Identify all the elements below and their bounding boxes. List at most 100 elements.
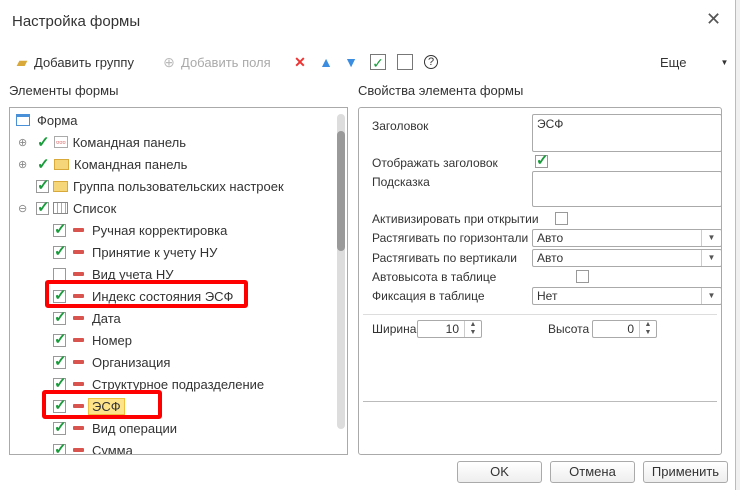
checkbox[interactable] (53, 330, 67, 348)
field-icon (73, 338, 84, 342)
checkbox[interactable] (53, 242, 67, 260)
stretch-h-label: Растягивать по горизонтали (372, 231, 529, 245)
check-all-icon: ✓ (370, 54, 386, 71)
add-group-button[interactable]: ▰ Добавить группу (14, 53, 134, 71)
arrow-down-icon: ▼ (344, 54, 358, 70)
checkbox[interactable] (36, 198, 50, 216)
checkbox[interactable] (53, 308, 67, 326)
checkbox[interactable] (53, 418, 67, 436)
divider (363, 314, 717, 315)
stretch-h-select[interactable]: Авто ▼ (532, 229, 722, 247)
show-title-checkbox[interactable] (535, 151, 549, 169)
tree-item[interactable]: Номер (10, 329, 132, 351)
arrow-up-icon: ▲ (319, 54, 333, 70)
more-label: Еще (660, 54, 687, 70)
table-icon (53, 202, 68, 214)
uncheck-all-button[interactable] (397, 53, 413, 71)
chevron-down-icon[interactable]: ▼ (701, 288, 721, 304)
item-label: Сумма (92, 442, 133, 455)
checkbox[interactable] (53, 267, 66, 281)
height-value: 0 (627, 322, 634, 336)
title-field[interactable]: ЭСФ (532, 114, 722, 152)
item-label: Командная панель (74, 156, 188, 172)
spin-icon[interactable]: ▲ ▼ (464, 321, 481, 337)
tree-item[interactable]: ⊕ ✓ ▫▫▫ Командная панель (10, 131, 186, 153)
activate-checkbox[interactable] (555, 212, 569, 225)
chevron-down-icon[interactable]: ▼ (701, 250, 721, 266)
folder-add-icon: ▰ (16, 54, 28, 70)
field-icon (73, 448, 84, 452)
tree-item[interactable]: Группа пользовательских настроек (10, 175, 284, 197)
add-group-label: Добавить группу (34, 54, 134, 70)
width-value: 10 (445, 322, 459, 336)
item-label: Группа пользовательских настроек (73, 178, 284, 194)
tree-item[interactable]: Сумма (10, 439, 133, 455)
field-icon (73, 250, 84, 254)
move-down-button[interactable]: ▼ (343, 53, 359, 71)
scrollbar-thumb[interactable] (337, 131, 345, 251)
form-settings-dialog: Настройка формы ✕ ▰ Добавить группу ⊕ Доба… (0, 0, 736, 490)
item-label: Форма (37, 112, 78, 128)
delete-button[interactable]: ✕ (292, 53, 308, 71)
expand-icon[interactable]: ⊕ (18, 158, 27, 171)
cancel-button[interactable]: Отмена (550, 461, 635, 483)
check-icon[interactable]: ✓ (37, 155, 51, 173)
help-icon: ? (424, 55, 438, 69)
checkbox[interactable] (53, 440, 67, 454)
checkbox[interactable] (53, 352, 67, 370)
expand-icon[interactable]: ⊕ (18, 136, 27, 149)
checkbox[interactable] (53, 374, 67, 392)
folder-icon (54, 158, 69, 170)
folder-icon (53, 180, 68, 192)
tree-item[interactable]: Организация (10, 351, 170, 373)
dialog-title: Настройка формы (12, 13, 141, 30)
collapse-icon[interactable]: ⊖ (18, 202, 27, 215)
item-label: Номер (92, 332, 133, 348)
fix-label: Фиксация в таблице (372, 289, 485, 303)
check-icon[interactable]: ✓ (37, 133, 51, 151)
item-label: Список (73, 200, 117, 216)
hint-field[interactable] (532, 171, 722, 207)
chevron-down-icon[interactable]: ▼ (701, 230, 721, 246)
hint-label: Подсказка (372, 175, 430, 189)
check-all-button[interactable]: ✓ (370, 53, 386, 71)
field-icon (73, 426, 84, 430)
field-icon (73, 228, 84, 232)
more-button[interactable]: Еще ▼ (660, 53, 728, 71)
tree-item[interactable]: Дата (10, 307, 121, 329)
add-fields-button[interactable]: ⊕ Добавить поля (161, 53, 271, 71)
fix-select[interactable]: Нет ▼ (532, 287, 722, 305)
autoheight-checkbox[interactable] (575, 270, 589, 283)
field-icon (73, 316, 84, 320)
stretch-v-select[interactable]: Авто ▼ (532, 249, 722, 267)
tree-item-form[interactable]: Форма (16, 109, 78, 131)
command-bar-icon: ▫▫▫ (54, 136, 68, 148)
ok-button[interactable]: OK (457, 461, 542, 483)
width-spinner[interactable]: 10 ▲ ▼ (417, 320, 482, 338)
field-icon (73, 272, 84, 276)
tree-item[interactable]: Вид операции (10, 417, 177, 439)
field-icon (73, 382, 84, 386)
item-label: Организация (92, 354, 171, 370)
tree-item[interactable]: Принятие к учету НУ (10, 241, 217, 263)
form-icon (16, 114, 30, 126)
checkbox[interactable] (53, 220, 67, 238)
uncheck-all-icon (397, 54, 413, 70)
tree-item[interactable]: Ручная корректировка (10, 219, 227, 241)
close-icon[interactable]: ✕ (706, 9, 721, 30)
autoheight-label: Автовысота в таблице (372, 270, 497, 284)
width-label: Ширина (372, 322, 417, 336)
apply-button[interactable]: Применить (643, 461, 728, 483)
title-label: Заголовок (372, 119, 429, 133)
help-button[interactable]: ? (424, 53, 438, 71)
item-label: Принятие к учету НУ (92, 244, 218, 260)
tree-item[interactable]: ⊕ ✓ Командная панель (10, 153, 187, 175)
field-icon (73, 360, 84, 364)
tree-item[interactable]: ⊖ Список (10, 197, 116, 219)
add-fields-label: Добавить поля (181, 54, 271, 70)
item-label: Командная панель (72, 134, 186, 150)
spin-icon[interactable]: ▲ ▼ (639, 321, 656, 337)
move-up-button[interactable]: ▲ (318, 53, 334, 71)
checkbox[interactable] (36, 176, 50, 194)
height-spinner[interactable]: 0 ▲ ▼ (592, 320, 657, 338)
